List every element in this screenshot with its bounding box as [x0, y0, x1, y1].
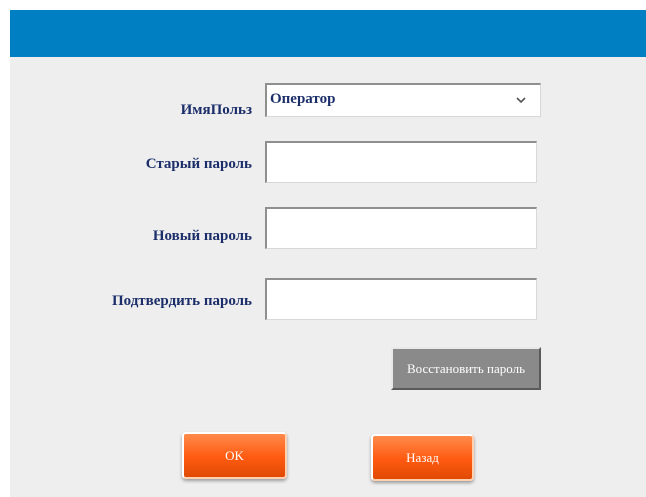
confirm-password-field[interactable]: [265, 278, 537, 320]
new-password-field[interactable]: [265, 207, 537, 249]
change-password-dialog: ИмяПольз Оператор Старый пароль Новый па…: [10, 10, 646, 497]
back-button[interactable]: Назад: [371, 434, 474, 481]
title-bar: [10, 10, 646, 57]
new-password-label: Новый пароль: [152, 228, 252, 244]
restore-password-button[interactable]: Восстановить пароль: [391, 347, 541, 390]
ok-button[interactable]: OK: [182, 432, 287, 479]
username-label: ИмяПольз: [180, 102, 252, 118]
confirm-password-label: Подтвердить пароль: [111, 293, 252, 309]
username-select-value: Оператор: [270, 91, 336, 107]
old-password-label: Старый пароль: [145, 156, 252, 172]
old-password-field[interactable]: [265, 141, 537, 183]
chevron-down-icon[interactable]: [514, 93, 528, 107]
username-select[interactable]: Оператор: [265, 83, 541, 117]
